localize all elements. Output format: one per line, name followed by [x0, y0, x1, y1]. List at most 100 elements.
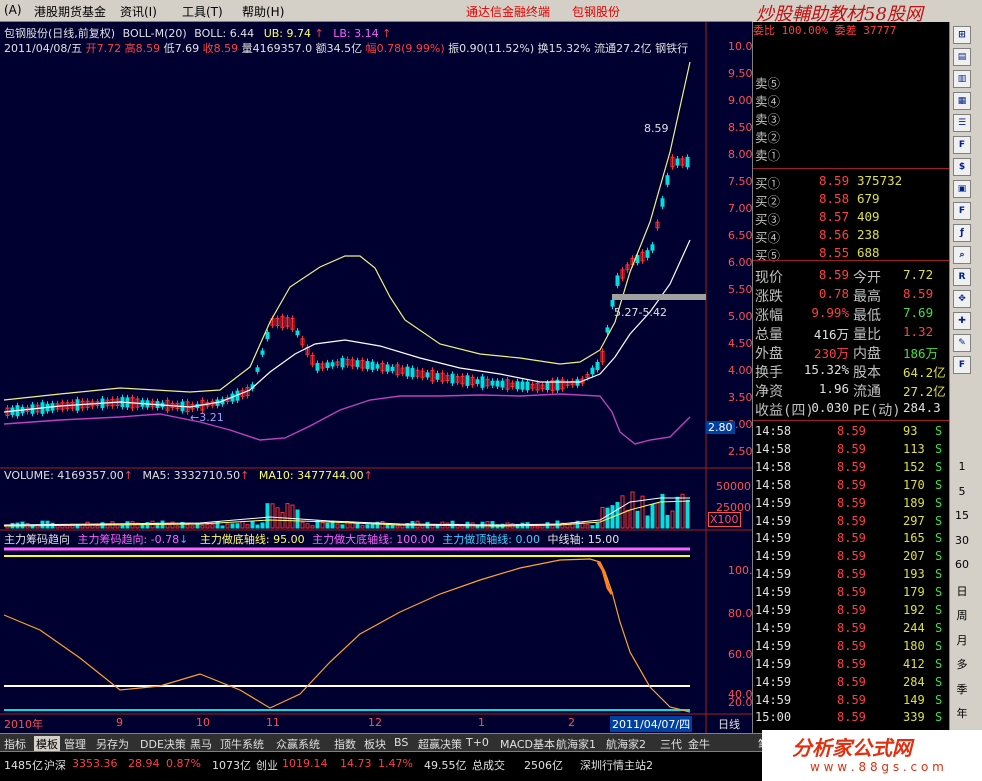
quote-panel: 委比 100.00% 委差 37777 卖⑤ 卖④ 卖③ 卖② 卖① 买① 8.59 375…: [752, 22, 950, 733]
price-tick: 2.80: [706, 421, 735, 434]
tick-row: 14:59 8.59 412 S: [753, 656, 950, 674]
fin-icon[interactable]: F: [953, 136, 971, 154]
pen-icon[interactable]: ✎: [953, 334, 971, 352]
period-button[interactable]: 月: [954, 632, 970, 648]
tab-item[interactable]: MACD基本: [500, 736, 555, 752]
tab-item[interactable]: DDE决策: [140, 736, 186, 752]
tab-item[interactable]: 航海家2: [606, 736, 646, 752]
stat-value: 64.2亿: [903, 365, 946, 380]
period-button[interactable]: 年: [954, 705, 970, 721]
rsi-icon[interactable]: R: [953, 268, 971, 286]
tick-time: 14:59: [755, 549, 792, 564]
list-icon[interactable]: ☰: [953, 114, 971, 132]
bid-row[interactable]: 买① 8.59 375732: [753, 172, 950, 191]
volume-bar: [230, 523, 235, 529]
bar-chart-icon[interactable]: ▥: [953, 70, 971, 88]
money-icon[interactable]: $: [953, 158, 971, 176]
menu-hk[interactable]: 港股期货基金: [34, 3, 106, 20]
tick-side: S: [935, 567, 943, 582]
price-tick: 4.50: [728, 337, 753, 350]
f5-icon[interactable]: F: [953, 356, 971, 374]
menu-a[interactable]: (A): [4, 3, 22, 17]
menu-help[interactable]: 帮助(H): [242, 3, 284, 20]
ma5-vol-line: [3, 497, 690, 526]
tick-price: 8.59: [837, 585, 866, 600]
period-button[interactable]: 15: [954, 509, 970, 522]
stat-label: 外盘: [755, 346, 783, 362]
candle: [490, 380, 495, 386]
tab-item[interactable]: 超赢决策: [418, 736, 462, 752]
tab-item[interactable]: 航海家1: [556, 736, 596, 752]
period-button[interactable]: 60: [954, 558, 970, 571]
tab-item[interactable]: 指数: [334, 736, 356, 752]
period-button[interactable]: 5: [954, 485, 970, 498]
tab-item[interactable]: 金牛: [688, 736, 710, 752]
tab-item[interactable]: 顶牛系统: [220, 736, 264, 752]
fx-icon[interactable]: ƒ: [953, 224, 971, 242]
volume-bar: [200, 524, 205, 529]
tick-time: 14:59: [755, 495, 792, 510]
tick-time: 14:58: [755, 459, 792, 474]
period-button[interactable]: 季: [954, 681, 970, 697]
volume-bar: [95, 525, 100, 529]
menu-info[interactable]: 资讯(I): [120, 3, 157, 20]
add-icon[interactable]: ✚: [953, 312, 971, 330]
volume-bar: [320, 522, 325, 529]
volume-bar: [585, 524, 590, 529]
menu-tools[interactable]: 工具(T): [182, 3, 223, 20]
candle: [650, 244, 655, 251]
candle-icon[interactable]: ▦: [953, 92, 971, 110]
fiz-icon[interactable]: F: [953, 202, 971, 220]
tab-item[interactable]: 管理: [64, 736, 86, 752]
period-button[interactable]: 30: [954, 534, 970, 547]
ask-label: 卖①: [755, 148, 781, 163]
tick-price: 8.59: [837, 603, 866, 617]
tab-item[interactable]: 另存为: [96, 736, 129, 752]
tab-item[interactable]: 众赢系统: [276, 736, 320, 752]
site-logo-text: 分析家公式网: [792, 736, 912, 760]
volume-bar: [325, 522, 330, 529]
candle: [435, 373, 440, 380]
kline-svg: [0, 22, 752, 733]
tick-price: 8.59: [837, 513, 866, 528]
chart-area[interactable]: 包钢股份(日线,前复权) BOLL-M(20) BOLL: 6.44 UB: 9…: [0, 22, 767, 733]
volume-bar: [625, 509, 630, 529]
stat-value: 0.030: [811, 400, 849, 415]
tab-item[interactable]: BS: [394, 736, 408, 749]
bid-label: 买⑤: [755, 248, 781, 263]
tab-item[interactable]: 模板: [34, 736, 60, 752]
up-arrow-icon: ↑: [123, 469, 133, 482]
stat-value: 1.96: [818, 381, 849, 396]
tab-item[interactable]: 板块: [364, 736, 386, 752]
price-tick: 8.00: [728, 148, 753, 161]
time-tick: 10: [196, 716, 210, 729]
period-button[interactable]: 日: [954, 583, 970, 599]
price-tick: 2.50: [728, 445, 753, 458]
volume-bar: [535, 525, 540, 529]
zoom-icon[interactable]: ⌕: [953, 246, 971, 264]
status-index-pct-1: 0.87%: [166, 757, 201, 770]
volume-bar: [665, 514, 670, 529]
period-button[interactable]: 1: [954, 460, 970, 473]
candle: [515, 381, 520, 390]
stat-value: 9.99%: [811, 305, 849, 320]
bid-row[interactable]: 买② 8.58 679: [753, 190, 950, 209]
tab-item[interactable]: T+0: [466, 736, 489, 749]
tab-item[interactable]: 黑马: [190, 736, 212, 752]
volume-bar: [265, 503, 270, 529]
move-icon[interactable]: ✥: [953, 290, 971, 308]
bid-row[interactable]: 买④ 8.56 238: [753, 226, 950, 245]
bid-price: 8.55: [819, 245, 850, 260]
chart-icon[interactable]: ▤: [953, 48, 971, 66]
tab-item[interactable]: 三代: [660, 736, 682, 752]
tick-side: S: [935, 531, 943, 546]
bid-row[interactable]: 买③ 8.57 409: [753, 208, 950, 227]
period-button[interactable]: 多: [954, 656, 970, 672]
volume-bar: [620, 495, 625, 529]
status-server[interactable]: 深圳行情主站2: [580, 757, 653, 773]
book-icon[interactable]: ▣: [953, 180, 971, 198]
tab-item[interactable]: 指标: [4, 736, 26, 752]
lock-icon[interactable]: ⊞: [953, 26, 971, 44]
period-button[interactable]: 周: [954, 607, 970, 623]
stat-value: 15.32%: [803, 362, 849, 377]
